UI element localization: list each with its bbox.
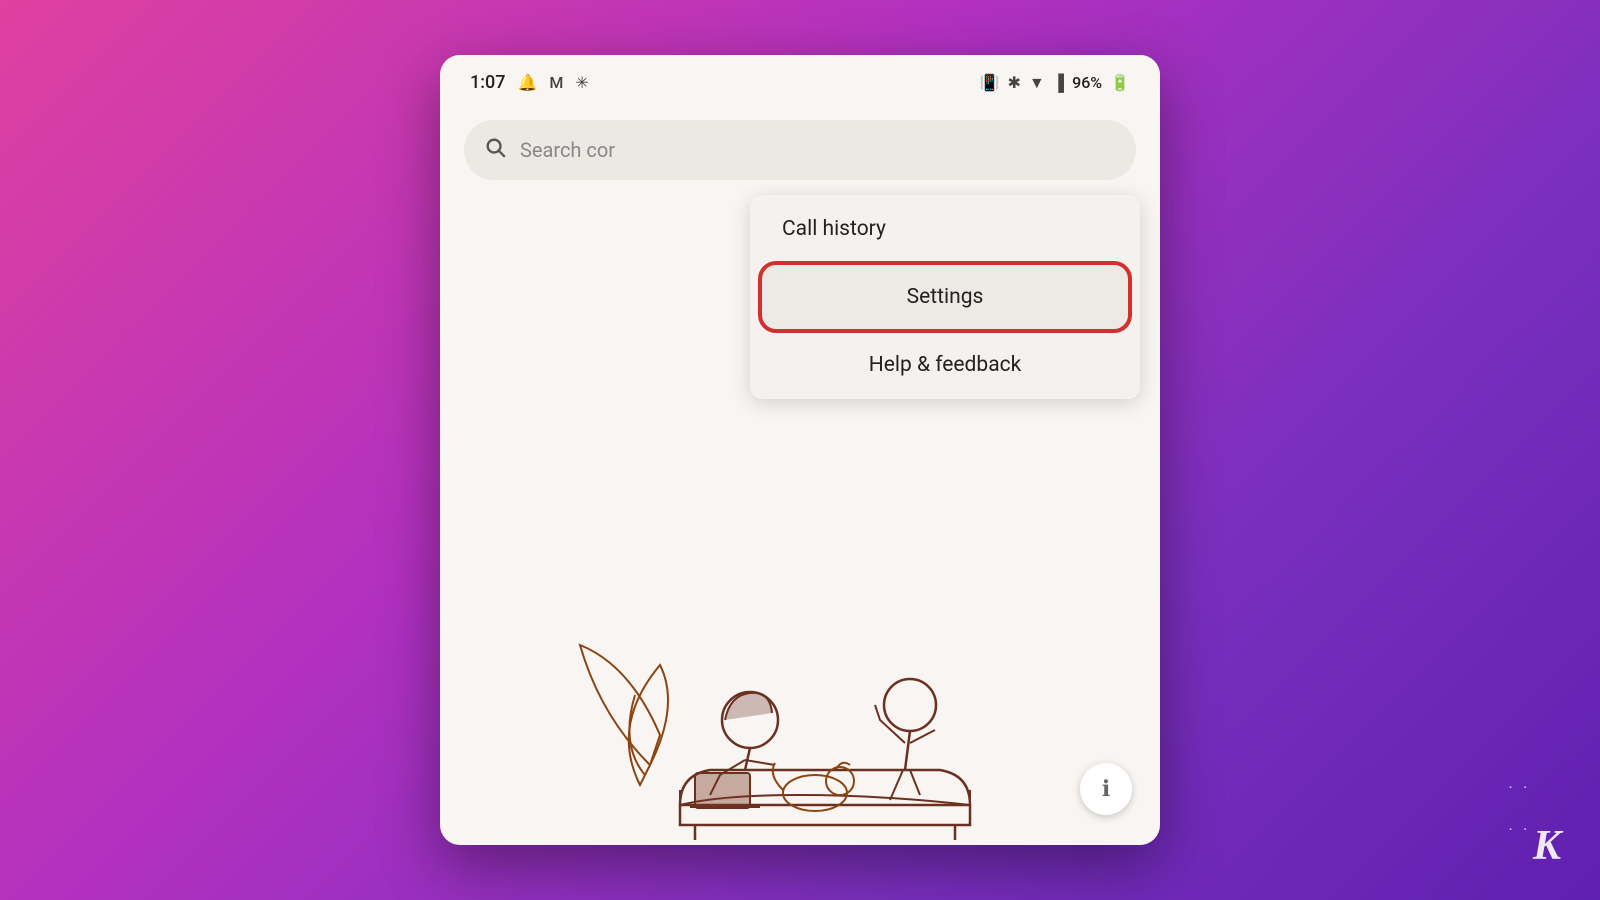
dropdown-menu: Call history Settings Help & feedback <box>750 195 1140 399</box>
phone-container: 1:07 🔔 M ✳ 📳 ✱ ▼ ▐ 96% 🔋 Search cor Call… <box>440 55 1160 845</box>
battery-icon: 🔋 <box>1110 73 1130 92</box>
gmail-icon: M <box>549 73 563 92</box>
search-placeholder: Search cor <box>520 138 615 162</box>
illustration-area <box>440 425 1160 845</box>
menu-item-call-history[interactable]: Call history <box>750 195 1140 263</box>
wifi-icon: ▼ <box>1029 73 1045 93</box>
status-bar: 1:07 🔔 M ✳ 📳 ✱ ▼ ▐ 96% 🔋 <box>440 55 1160 110</box>
signal-icon: ▐ <box>1053 73 1064 93</box>
notification-icon: 🔔 <box>517 73 537 92</box>
logo-k: K <box>1533 823 1560 869</box>
search-icon <box>484 136 506 164</box>
search-bar[interactable]: Search cor <box>464 120 1136 180</box>
vibrate-icon: 📳 <box>980 73 1000 92</box>
logo-dots: · ·· · <box>1509 780 1531 836</box>
info-icon: ℹ <box>1102 777 1110 802</box>
info-button[interactable]: ℹ <box>1080 763 1132 815</box>
status-time: 1:07 <box>470 72 505 93</box>
bluetooth-icon: ✱ <box>1008 73 1021 92</box>
asterisk-icon: ✳ <box>575 73 588 92</box>
menu-item-settings[interactable]: Settings <box>762 265 1128 329</box>
battery-percent: 96% <box>1072 73 1102 92</box>
knowtechie-logo: · ·· ·K <box>1509 780 1560 870</box>
menu-item-help-feedback[interactable]: Help & feedback <box>750 331 1140 399</box>
